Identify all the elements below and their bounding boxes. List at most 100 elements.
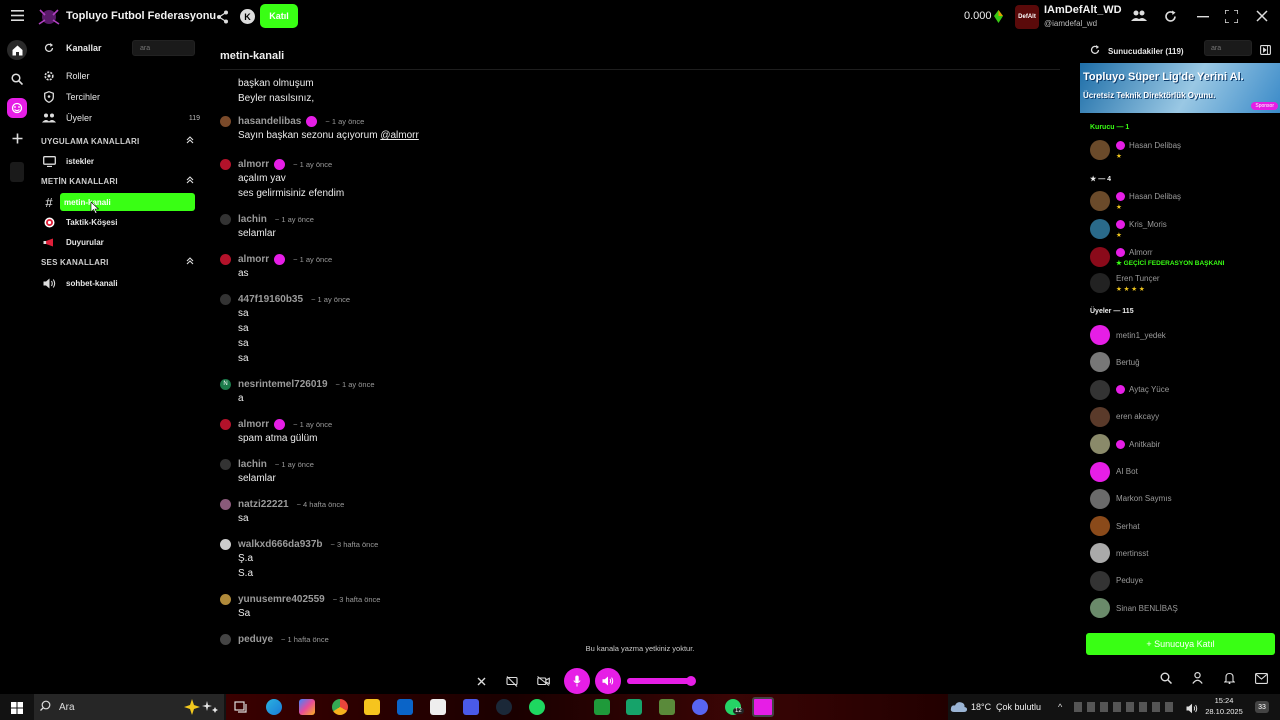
- camera-off-icon[interactable]: [533, 676, 553, 686]
- avatar[interactable]: [220, 418, 231, 430]
- message-username[interactable]: yunusemre402559: [238, 594, 325, 605]
- copilot-app-icon[interactable]: [299, 699, 315, 715]
- share-icon[interactable]: [216, 10, 229, 24]
- k-badge-icon[interactable]: K: [240, 9, 255, 24]
- sidebar-item-roles[interactable]: Roller: [40, 67, 200, 85]
- task-view-icon[interactable]: [234, 700, 248, 719]
- member-row[interactable]: Serhat: [1090, 515, 1270, 537]
- minecraft-icon[interactable]: [659, 699, 675, 715]
- search-icon[interactable]: [1160, 671, 1173, 689]
- server-topluyo-icon[interactable]: [7, 98, 27, 118]
- speaker-button[interactable]: [595, 668, 621, 694]
- member-row[interactable]: AI Bot: [1090, 461, 1270, 483]
- avatar[interactable]: [220, 253, 231, 265]
- sidebar-item-members[interactable]: Üyeler 119: [40, 109, 200, 127]
- sidebar-item-preferences[interactable]: Tercihler: [40, 88, 200, 106]
- fullscreen-icon[interactable]: [1225, 10, 1238, 23]
- message-username[interactable]: hasandelibas: [238, 116, 301, 127]
- message-username[interactable]: natzi22221: [238, 499, 289, 510]
- message-username[interactable]: 447f19160b35: [238, 294, 303, 305]
- member-row[interactable]: Anitkabir: [1090, 433, 1270, 455]
- member-row[interactable]: metin1_yedek: [1090, 324, 1270, 346]
- app-channels-section[interactable]: UYGULAMA KANALLARI: [41, 134, 194, 148]
- member-row[interactable]: Peduye: [1090, 570, 1270, 592]
- message-username[interactable]: almorr: [238, 419, 269, 430]
- avatar[interactable]: [220, 115, 231, 127]
- file-explorer-icon[interactable]: [364, 699, 380, 715]
- message-username[interactable]: peduye: [238, 634, 273, 645]
- member-search-input[interactable]: [1204, 40, 1252, 56]
- member-row[interactable]: Markon Saymıs: [1090, 488, 1270, 510]
- message-username[interactable]: lachin: [238, 459, 267, 470]
- chevron-up-icon[interactable]: [186, 257, 194, 267]
- mention-link[interactable]: @almorr: [380, 130, 419, 141]
- member-row[interactable]: Hasan Delibaş ★: [1090, 139, 1270, 161]
- member-row[interactable]: Hasan Delibaş ★: [1090, 190, 1270, 212]
- member-row[interactable]: Almorr ★ GEÇİCİ FEDERASYON BAŞKANI: [1090, 246, 1270, 268]
- search-icon[interactable]: [7, 69, 27, 89]
- taskbar-search[interactable]: Ara: [34, 694, 224, 720]
- clock-date[interactable]: 28.10.2025: [1200, 707, 1248, 716]
- member-row[interactable]: mertinsst: [1090, 542, 1270, 564]
- bell-icon[interactable]: [1223, 671, 1236, 689]
- member-row[interactable]: Kris_Moris ★: [1090, 218, 1270, 240]
- avatar[interactable]: [220, 538, 231, 550]
- close-icon[interactable]: [1256, 10, 1268, 22]
- windows-start-icon[interactable]: [11, 701, 23, 719]
- close-icon[interactable]: [471, 677, 491, 686]
- minimize-icon[interactable]: [1197, 16, 1209, 18]
- tray-icons[interactable]: [1074, 702, 1178, 712]
- spotify-icon[interactable]: [529, 699, 545, 715]
- member-row[interactable]: eren akcayy: [1090, 406, 1270, 428]
- xbox-icon[interactable]: [594, 699, 610, 715]
- notification-badge[interactable]: 33: [1255, 701, 1269, 713]
- store-icon[interactable]: [430, 699, 446, 715]
- chrome-browser-icon[interactable]: [332, 699, 348, 715]
- refresh-icon[interactable]: [1164, 10, 1177, 23]
- sponsor-banner[interactable]: Topluyo Süper Lig'de Yerini Al. Ücretsiz…: [1080, 63, 1280, 113]
- channel-sohbet-kanali[interactable]: sohbet-kanali: [40, 274, 200, 292]
- chevron-up-icon[interactable]: [186, 136, 194, 146]
- message-username[interactable]: almorr: [238, 159, 269, 170]
- clock-time[interactable]: 15:24: [1205, 696, 1243, 705]
- message-username[interactable]: lachin: [238, 214, 267, 225]
- member-row[interactable]: Eren Tunçer ★ ★ ★ ★: [1090, 272, 1270, 294]
- avatar[interactable]: [220, 458, 231, 470]
- avatar[interactable]: [220, 158, 231, 170]
- join-server-button[interactable]: + Sunucuya Katıl: [1086, 633, 1275, 655]
- collapse-panel-icon[interactable]: [1260, 42, 1271, 60]
- channel-duyurular[interactable]: Duyurular: [40, 233, 200, 251]
- user-icon[interactable]: [1192, 671, 1203, 689]
- avatar[interactable]: [220, 213, 231, 225]
- topluyo-app-icon[interactable]: [752, 697, 774, 717]
- join-button[interactable]: Katıl: [260, 4, 298, 28]
- voice-channels-section[interactable]: SES KANALLARI: [41, 255, 194, 269]
- avatar[interactable]: N: [220, 378, 231, 390]
- microphone-button[interactable]: [564, 668, 590, 694]
- message-username[interactable]: almorr: [238, 254, 269, 265]
- members-toggle-icon[interactable]: [1131, 10, 1147, 22]
- message-username[interactable]: nesrintemel726019: [238, 379, 328, 390]
- server-dark-icon[interactable]: [10, 162, 24, 182]
- volume-slider[interactable]: [627, 676, 696, 686]
- channel-metin-kanali[interactable]: # metin-kanali: [40, 193, 200, 214]
- message-username[interactable]: walkxd666da937b: [238, 539, 323, 550]
- edge-browser-icon[interactable]: [266, 699, 282, 715]
- member-row[interactable]: Sinan BENLİBAŞ: [1090, 597, 1270, 619]
- refresh-icon[interactable]: [1090, 42, 1100, 60]
- avatar[interactable]: [220, 633, 231, 645]
- volume-tray-icon[interactable]: [1186, 701, 1198, 719]
- volume-handle[interactable]: [686, 676, 696, 686]
- channel-search-input[interactable]: [132, 40, 195, 56]
- avatar[interactable]: [220, 593, 231, 605]
- app-w-icon[interactable]: [463, 699, 479, 715]
- account-avatar[interactable]: DefAlt: [1015, 5, 1039, 29]
- avatar[interactable]: [220, 498, 231, 510]
- tray-chevron-up-icon[interactable]: ^: [1058, 702, 1062, 712]
- steam-icon[interactable]: [496, 699, 512, 715]
- add-server-icon[interactable]: [7, 128, 27, 148]
- member-row[interactable]: Aytaç Yüce: [1090, 379, 1270, 401]
- member-row[interactable]: Bertuğ: [1090, 351, 1270, 373]
- text-channels-section[interactable]: METİN KANALLARI: [41, 174, 194, 188]
- screen-share-off-icon[interactable]: [502, 675, 522, 687]
